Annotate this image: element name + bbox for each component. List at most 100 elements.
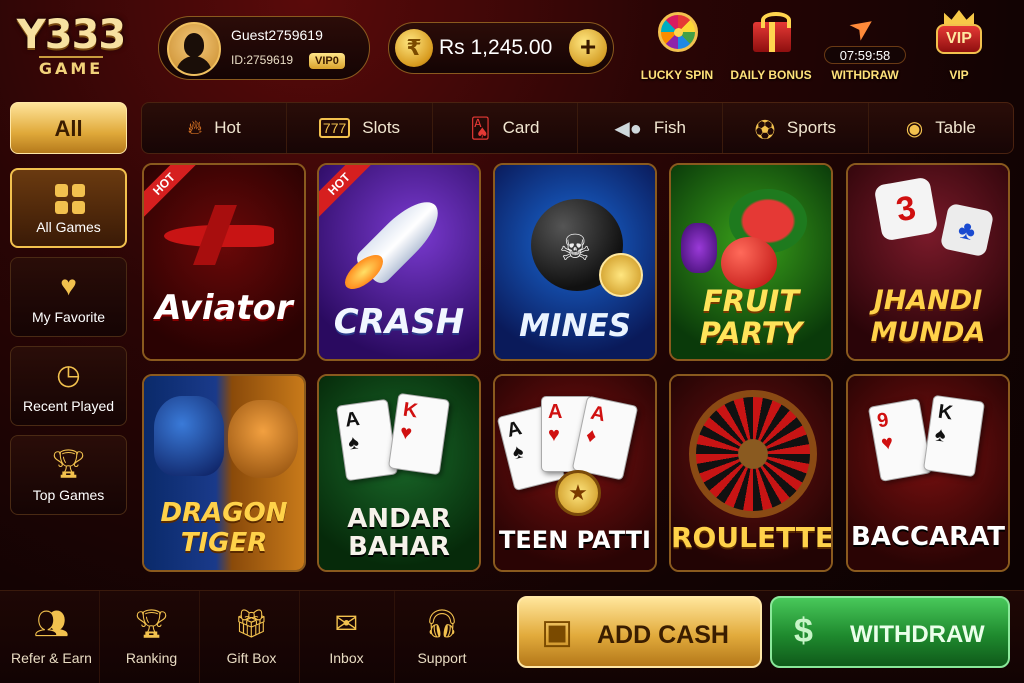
- game-title-line1: ANDAR: [347, 504, 451, 534]
- wheel-icon: [658, 12, 698, 52]
- game-tile-baccarat[interactable]: 9 ♥ K ♠ BACCARAT: [846, 374, 1010, 572]
- game-title-line2: PARTY: [699, 316, 803, 350]
- game-title: TEEN PATTI: [499, 526, 651, 554]
- game-tile-dragon-tiger[interactable]: DRAGON TIGER: [142, 374, 306, 572]
- profile-card[interactable]: Guest2759619 ID:2759619 VIP0: [158, 16, 370, 80]
- game-tile-mines[interactable]: ☠︎ MINES: [493, 163, 657, 361]
- users-icon: 👥︎: [33, 608, 70, 639]
- card-king-spades-icon: K ♠: [922, 394, 986, 478]
- tiger-icon: [228, 400, 298, 478]
- withdraw-timer: 07:59:58: [824, 46, 906, 64]
- gift-icon: 🎁︎: [233, 608, 270, 639]
- rocket-icon: ➤: [842, 6, 883, 49]
- tab-table[interactable]: ◉ Table: [869, 103, 1013, 153]
- card-king-hearts-icon: K ♥: [387, 392, 451, 476]
- nav-ranking[interactable]: 🏆︎ Ranking: [104, 591, 200, 683]
- balance-pill: ₹ Rs 1,245.00 +: [388, 22, 614, 74]
- dragon-icon: [154, 396, 224, 476]
- chip-icon: ◉: [905, 117, 924, 140]
- dice-icon: 3: [873, 176, 939, 242]
- sidebar-item-top-games[interactable]: 🏆︎ Top Games: [10, 435, 127, 515]
- withdraw-top-label: WITHDRAW: [831, 68, 899, 82]
- app-logo: Y333 GAME: [8, 14, 134, 84]
- game-tile-andar-bahar[interactable]: A ♠ K ♥ ANDAR BAHAR: [317, 374, 481, 572]
- vip-level-badge: VIP0: [309, 53, 345, 69]
- nav-support[interactable]: 🎧︎ Support: [394, 591, 490, 683]
- tab-table-label: Table: [935, 118, 976, 137]
- sidebar-item-label: My Favorite: [31, 309, 106, 325]
- add-balance-button[interactable]: +: [569, 29, 607, 67]
- game-tile-roulette[interactable]: ROULETTE: [669, 374, 833, 572]
- balance-amount: Rs 1,245.00: [439, 36, 553, 59]
- trophy-icon: 🏆︎: [133, 608, 170, 639]
- daily-bonus-button[interactable]: DAILY BONUS: [726, 8, 816, 88]
- nav-refer-earn[interactable]: 👥︎ Refer & Earn: [4, 591, 100, 683]
- logo-sub-text: GAME: [38, 56, 104, 78]
- tab-slots[interactable]: 777 Slots: [287, 103, 433, 153]
- game-tile-aviator[interactable]: HOT Aviator: [142, 163, 306, 361]
- sidebar: All Games ♥ My Favorite ◷ Recent Played …: [10, 168, 127, 524]
- vip-label: VIP: [949, 68, 969, 82]
- ball-icon: ⚽︎: [754, 119, 775, 142]
- sidebar-item-label: Recent Played: [22, 398, 115, 414]
- tab-hot[interactable]: 🔥︎ Hot: [142, 103, 288, 153]
- profile-name: Guest2759619: [231, 27, 323, 43]
- coin-icon: [599, 253, 643, 297]
- tab-hot-label: Hot: [214, 118, 241, 137]
- nav-gift-box[interactable]: 🎁︎ Gift Box: [204, 591, 300, 683]
- tab-slots-label: Slots: [362, 118, 401, 137]
- add-cash-button[interactable]: ▣ ADD CASH: [517, 596, 762, 668]
- nav-label: Inbox: [329, 650, 364, 666]
- nav-label: Gift Box: [226, 650, 277, 666]
- card-ace-spades-icon: A ♠: [335, 398, 399, 482]
- clock-icon: ◷: [56, 359, 81, 390]
- withdraw-label: WITHDRAW: [850, 621, 985, 648]
- slot-machine-icon: 777: [318, 118, 351, 138]
- lucky-spin-button[interactable]: LUCKY SPIN: [632, 8, 722, 88]
- crown-icon: [944, 10, 974, 24]
- sidebar-item-label: Top Games: [32, 487, 105, 503]
- game-tile-crash[interactable]: HOT CRASH: [317, 163, 481, 361]
- game-tile-fruit-party[interactable]: FRUIT PARTY: [669, 163, 833, 361]
- profile-id: ID:2759619: [231, 53, 294, 67]
- avatar[interactable]: [167, 22, 221, 76]
- game-title: MINES: [519, 308, 631, 344]
- daily-bonus-label: DAILY BONUS: [730, 68, 812, 82]
- tab-card[interactable]: 🂡︎ Card: [433, 103, 578, 153]
- playing-cards-icon: 🂡︎: [470, 117, 491, 140]
- game-title-line1: JHANDI: [873, 285, 983, 316]
- game-tile-jhandi-munda[interactable]: 3 ♣ JHANDI MUNDA: [846, 163, 1010, 361]
- grid-icon: [55, 184, 85, 214]
- tab-card-label: Card: [502, 118, 540, 137]
- roulette-wheel-icon: [689, 390, 817, 518]
- nav-label: Support: [417, 650, 467, 666]
- game-title-line1: DRAGON: [160, 498, 288, 528]
- tab-sports[interactable]: ⚽︎ Sports: [723, 103, 869, 153]
- tab-fish[interactable]: ◀● Fish: [578, 103, 724, 153]
- top-bar: Y333 GAME Guest2759619 ID:2759619 VIP0 ₹…: [0, 0, 1024, 96]
- game-title: CRASH: [333, 302, 465, 342]
- game-title-line2: BAHAR: [348, 532, 450, 562]
- trophy-icon: 🏆︎: [50, 448, 87, 479]
- sidebar-item-my-favorite[interactable]: ♥ My Favorite: [10, 257, 127, 337]
- game-title: BACCARAT: [850, 522, 1006, 552]
- vip-button[interactable]: VIP VIP: [914, 8, 1004, 88]
- add-cash-label: ADD CASH: [597, 621, 729, 649]
- withdraw-button[interactable]: $ WITHDRAW: [770, 596, 1010, 668]
- headset-icon: 🎧︎: [424, 608, 460, 639]
- tab-all[interactable]: All: [10, 102, 127, 154]
- game-tile-teen-patti[interactable]: A ♠ A ♥ A ♦ ★ TEEN PATTI: [493, 374, 657, 572]
- tab-sports-label: Sports: [786, 118, 837, 137]
- sidebar-item-all-games[interactable]: All Games: [10, 168, 127, 248]
- envelope-icon: ✉: [334, 608, 359, 639]
- star-chip-icon: ★: [555, 470, 601, 516]
- withdraw-top-button[interactable]: ➤ 07:59:58 WITHDRAW: [820, 6, 910, 88]
- cash-stack-icon: $: [794, 612, 813, 650]
- game-title: ROULETTE: [671, 521, 833, 554]
- dice-icon: ♣: [939, 202, 995, 258]
- nav-inbox[interactable]: ✉ Inbox: [299, 591, 395, 683]
- sidebar-item-recent-played[interactable]: ◷ Recent Played: [10, 346, 127, 426]
- fish-icon: ◀●: [614, 117, 642, 140]
- nav-label: Refer & Earn: [11, 650, 92, 666]
- nav-label: Ranking: [125, 650, 178, 666]
